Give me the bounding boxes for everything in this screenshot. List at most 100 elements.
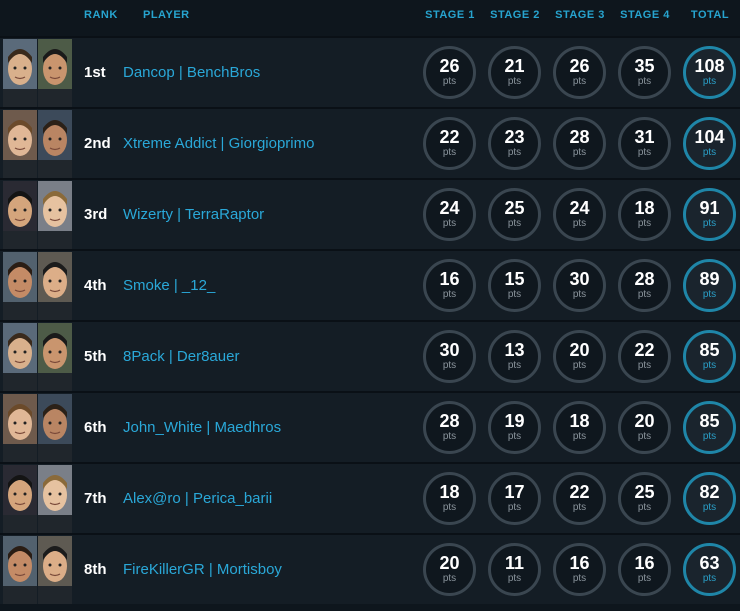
stage2-score-circle: 17 pts: [488, 472, 541, 525]
pts-label: pts: [702, 431, 717, 442]
score-value: 22: [439, 127, 460, 147]
pts-label: pts: [442, 76, 457, 87]
pts-label: pts: [507, 431, 522, 442]
player-link[interactable]: 8Pack | Der8auer: [123, 322, 239, 391]
rank-label: 8th: [84, 561, 107, 578]
score-value: 22: [569, 482, 590, 502]
player-link[interactable]: Smoke | _12_: [123, 251, 215, 320]
table-row: 3rd Wizerty | TerraRaptor 24 pts 25 pts 24 pts 1…: [0, 178, 740, 249]
header-stage3: STAGE 3: [555, 9, 605, 21]
player-link[interactable]: Xtreme Addict | Giorgioprimo: [123, 109, 314, 178]
pts-label: pts: [637, 289, 652, 300]
player1-avatar: [3, 39, 37, 107]
stage3-score-circle: 28 pts: [553, 117, 606, 170]
stage1-score-circle: 18 pts: [423, 472, 476, 525]
score-value: 30: [569, 269, 590, 289]
pts-label: pts: [637, 431, 652, 442]
pts-label: pts: [572, 147, 587, 158]
stage2-score-circle: 19 pts: [488, 401, 541, 454]
pts-label: pts: [637, 218, 652, 229]
total-score-circle: 91 pts: [683, 188, 736, 241]
pts-label: pts: [442, 289, 457, 300]
pts-label: pts: [507, 360, 522, 371]
pts-label: pts: [702, 147, 717, 158]
pts-label: pts: [572, 360, 587, 371]
stage4-score-circle: 18 pts: [618, 188, 671, 241]
stage1-score-circle: 26 pts: [423, 46, 476, 99]
score-value: 24: [569, 198, 590, 218]
pts-label: pts: [572, 218, 587, 229]
stage3-score-circle: 18 pts: [553, 401, 606, 454]
stage1-score-circle: 28 pts: [423, 401, 476, 454]
leaderboard: RANK PLAYER STAGE 1 STAGE 2 STAGE 3 STAG…: [0, 0, 740, 611]
player-link[interactable]: John_White | Maedhros: [123, 393, 281, 462]
total-score-circle: 85 pts: [683, 330, 736, 383]
rank-label: 3rd: [84, 206, 108, 223]
score-value: 19: [504, 411, 525, 431]
score-value: 16: [439, 269, 460, 289]
pts-label: pts: [572, 502, 587, 513]
pts-label: pts: [442, 573, 457, 584]
pts-label: pts: [507, 289, 522, 300]
score-value: 85: [699, 411, 720, 431]
score-value: 16: [634, 553, 655, 573]
score-value: 11: [504, 553, 525, 573]
score-value: 23: [504, 127, 525, 147]
pts-label: pts: [507, 218, 522, 229]
score-value: 28: [634, 269, 655, 289]
player-link[interactable]: FireKillerGR | Mortisboy: [123, 535, 282, 604]
score-value: 18: [634, 198, 655, 218]
pts-label: pts: [702, 76, 717, 87]
player2-avatar: [38, 465, 72, 533]
stage3-score-circle: 24 pts: [553, 188, 606, 241]
stage3-score-circle: 16 pts: [553, 543, 606, 596]
pts-label: pts: [442, 218, 457, 229]
stage4-score-circle: 28 pts: [618, 259, 671, 312]
score-value: 16: [569, 553, 590, 573]
player1-avatar: [3, 394, 37, 462]
pts-label: pts: [637, 360, 652, 371]
score-value: 25: [634, 482, 655, 502]
player-link[interactable]: Alex@ro | Perica_barii: [123, 464, 272, 533]
table-row: 4th Smoke | _12_ 16 pts 15 pts 30 pts 28 pts 89 pts: [0, 249, 740, 320]
score-value: 13: [504, 340, 525, 360]
table-header: RANK PLAYER STAGE 1 STAGE 2 STAGE 3 STAG…: [0, 0, 740, 36]
pts-label: pts: [637, 502, 652, 513]
score-value: 82: [699, 482, 720, 502]
stage2-score-circle: 13 pts: [488, 330, 541, 383]
rank-label: 5th: [84, 348, 107, 365]
header-total: TOTAL: [690, 9, 730, 21]
score-value: 25: [504, 198, 525, 218]
table-row: 6th John_White | Maedhros 28 pts 19 pts 18 pts 2…: [0, 391, 740, 462]
player1-avatar: [3, 465, 37, 533]
pts-label: pts: [442, 502, 457, 513]
pts-label: pts: [702, 218, 717, 229]
score-value: 17: [504, 482, 525, 502]
pts-label: pts: [507, 76, 522, 87]
total-score-circle: 108 pts: [683, 46, 736, 99]
table-row: 8th FireKillerGR | Mortisboy 20 pts 11 pts 16 p…: [0, 533, 740, 604]
stage2-score-circle: 15 pts: [488, 259, 541, 312]
player1-avatar: [3, 536, 37, 604]
score-value: 31: [634, 127, 655, 147]
table-row: 2nd Xtreme Addict | Giorgioprimo 22 pts 23 pt…: [0, 107, 740, 178]
total-score-circle: 82 pts: [683, 472, 736, 525]
pts-label: pts: [507, 573, 522, 584]
pts-label: pts: [507, 147, 522, 158]
table-row: 5th 8Pack | Der8auer 30 pts 13 pts 20 pts 22 pts 8…: [0, 320, 740, 391]
header-player: PLAYER: [143, 9, 190, 21]
player2-avatar: [38, 252, 72, 320]
stage3-score-circle: 30 pts: [553, 259, 606, 312]
stage3-score-circle: 20 pts: [553, 330, 606, 383]
player2-avatar: [38, 181, 72, 249]
score-value: 18: [569, 411, 590, 431]
pts-label: pts: [637, 76, 652, 87]
score-value: 30: [439, 340, 460, 360]
stage3-score-circle: 22 pts: [553, 472, 606, 525]
score-value: 28: [569, 127, 590, 147]
header-stage1: STAGE 1: [425, 9, 475, 21]
player-link[interactable]: Dancop | BenchBros: [123, 38, 260, 107]
player2-avatar: [38, 536, 72, 604]
pts-label: pts: [572, 431, 587, 442]
player-link[interactable]: Wizerty | TerraRaptor: [123, 180, 264, 249]
